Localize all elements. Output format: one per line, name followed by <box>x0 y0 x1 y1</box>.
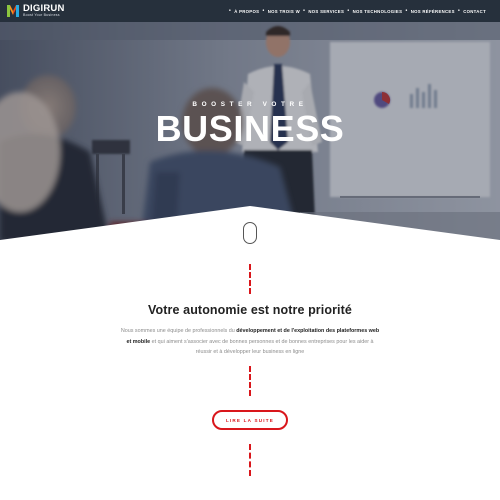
section-text-part: Nous sommes une équipe de professionnels… <box>120 328 237 334</box>
bullet-icon: • <box>303 8 306 14</box>
nav-label: À PROPOS <box>234 8 260 14</box>
logo-tagline: Boost Your Business <box>23 13 60 18</box>
bullet-icon: • <box>457 8 461 14</box>
bullet-icon: • <box>347 8 350 14</box>
page: DIGIRUN Boost Your Business • À PROPOS • N… <box>0 0 500 500</box>
dashed-divider <box>249 264 251 294</box>
bullet-icon: • <box>405 8 408 14</box>
main-nav: • À PROPOS • NOS TROIS W • NOS SERVICES • NO… <box>226 0 486 22</box>
section-text-part: et qui aiment s'associer avec de bonnes … <box>150 338 374 356</box>
logo-text: DIGIRUN Boost Your Business <box>23 4 65 18</box>
section-title: Votre autonomie est notre priorité <box>148 303 352 317</box>
nav-label: CONTACT <box>463 8 486 14</box>
nav-label: NOS TROIS W <box>267 8 300 14</box>
nav-item-contact[interactable]: • CONTACT <box>455 8 486 14</box>
bullet-icon: • <box>262 8 265 14</box>
site-header: DIGIRUN Boost Your Business • À PROPOS • N… <box>0 0 500 22</box>
hero-title: BUSINESS <box>155 108 345 149</box>
nav-label: NOS SERVICES <box>308 8 345 14</box>
hero-subtitle: BOOSTER VOTRE <box>192 101 308 108</box>
nav-item-nos-trois-w[interactable]: • NOS TROIS W <box>259 8 300 14</box>
mouse-scroll-icon[interactable] <box>243 222 257 244</box>
nav-item-nos-references[interactable]: • NOS RÉFÉRENCES <box>402 8 455 14</box>
bullet-icon: • <box>228 8 232 14</box>
section-text: Nous sommes une équipe de professionnels… <box>120 326 380 358</box>
nav-label: NOS RÉFÉRENCES <box>410 8 455 14</box>
nav-item-a-propos[interactable]: • À PROPOS <box>226 8 260 14</box>
logo-name: DIGIRUN <box>23 2 65 14</box>
logo-icon <box>7 5 19 17</box>
nav-item-nos-technologies[interactable]: • NOS TECHNOLOGIES <box>344 8 402 14</box>
read-more-button[interactable]: LIRE LA SUITE <box>212 410 288 430</box>
logo[interactable]: DIGIRUN Boost Your Business <box>6 0 65 22</box>
dashed-divider <box>249 366 251 396</box>
dashed-divider <box>249 444 251 476</box>
nav-label: NOS TECHNOLOGIES <box>352 8 403 14</box>
nav-item-nos-services[interactable]: • NOS SERVICES <box>300 8 344 14</box>
